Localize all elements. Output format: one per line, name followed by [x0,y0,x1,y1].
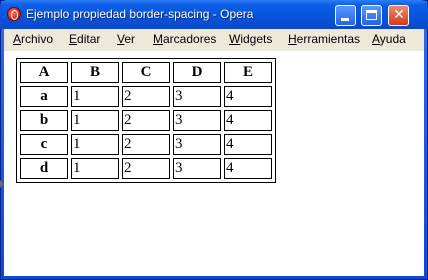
header-cell: D [173,62,221,83]
minimize-icon [341,18,349,21]
menu-marcadores-mnemonic: M [153,32,163,46]
client-area: Archivo Editar Ver Marcadores Widgets He… [0,29,424,276]
table-cell: 2 [122,158,170,179]
table-cell: 3 [173,134,221,155]
maximize-icon [366,10,377,20]
menu-marcadores-label: arcadores [163,32,217,46]
border-spacing-table: A B C D E a 1 2 3 4 b 1 2 3 4 c 1 2 3 4 … [16,58,276,183]
maximize-button[interactable] [361,5,382,26]
table-cell: 1 [71,134,119,155]
menu-ayuda[interactable]: Ayuda [372,32,406,46]
close-button[interactable]: ✕ [388,5,409,26]
menu-archivo[interactable]: Archivo [13,32,53,46]
menu-ver[interactable]: Ver [117,32,135,46]
table-cell: 1 [71,110,119,131]
menu-ayuda-label: yuda [379,32,406,46]
row-header-cell: c [20,134,68,155]
table-cell: 3 [173,86,221,107]
page-viewport[interactable]: A B C D E a 1 2 3 4 b 1 2 3 4 c 1 2 3 4 … [0,51,424,276]
opera-icon[interactable] [7,7,21,21]
menu-widgets[interactable]: Widgets [229,32,272,46]
table-cell: 3 [173,110,221,131]
header-cell: A [20,62,68,83]
header-cell: E [224,62,272,83]
menu-widgets-label: idgets [240,32,273,46]
panel-toggle-arrow-icon[interactable] [0,180,4,188]
header-cell: C [122,62,170,83]
menu-archivo-mnemonic: A [13,32,22,46]
table-cell: 1 [71,158,119,179]
menu-herramientas[interactable]: Herramientas [288,32,360,46]
table-cell: 2 [122,110,170,131]
table-header-row: A B C D E [20,62,272,83]
menu-herramientas-label: erramientas [296,32,361,46]
table-row: a 1 2 3 4 [20,86,272,107]
minimize-button[interactable] [335,5,356,26]
menu-bar: Archivo Editar Ver Marcadores Widgets He… [4,29,424,49]
menu-editar-mnemonic: E [69,32,78,46]
table-row: b 1 2 3 4 [20,110,272,131]
menu-marcadores[interactable]: Marcadores [153,32,216,46]
table-cell: 4 [224,110,272,131]
menu-ayuda-mnemonic: A [372,32,380,46]
table-cell: 4 [224,86,272,107]
title-bar[interactable]: Ejemplo propiedad border-spacing - Opera… [0,0,428,29]
row-header-cell: a [20,86,68,107]
menu-editar[interactable]: Editar [69,32,100,46]
menu-editar-label: ditar [77,32,101,46]
menu-herramientas-mnemonic: H [288,32,297,46]
close-icon: ✕ [393,7,405,23]
table-cell: 2 [122,134,170,155]
row-header-cell: d [20,158,68,179]
menu-archivo-label: rchivo [21,32,54,46]
table-row: d 1 2 3 4 [20,158,272,179]
menu-ver-label: er [124,32,136,46]
table-cell: 3 [173,158,221,179]
window-title: Ejemplo propiedad border-spacing - Opera [26,7,254,21]
header-cell: B [71,62,119,83]
table-cell: 4 [224,134,272,155]
row-header-cell: b [20,110,68,131]
table-cell: 2 [122,86,170,107]
table-cell: 4 [224,158,272,179]
menu-widgets-mnemonic: W [229,32,241,46]
table-row: c 1 2 3 4 [20,134,272,155]
table-cell: 1 [71,86,119,107]
